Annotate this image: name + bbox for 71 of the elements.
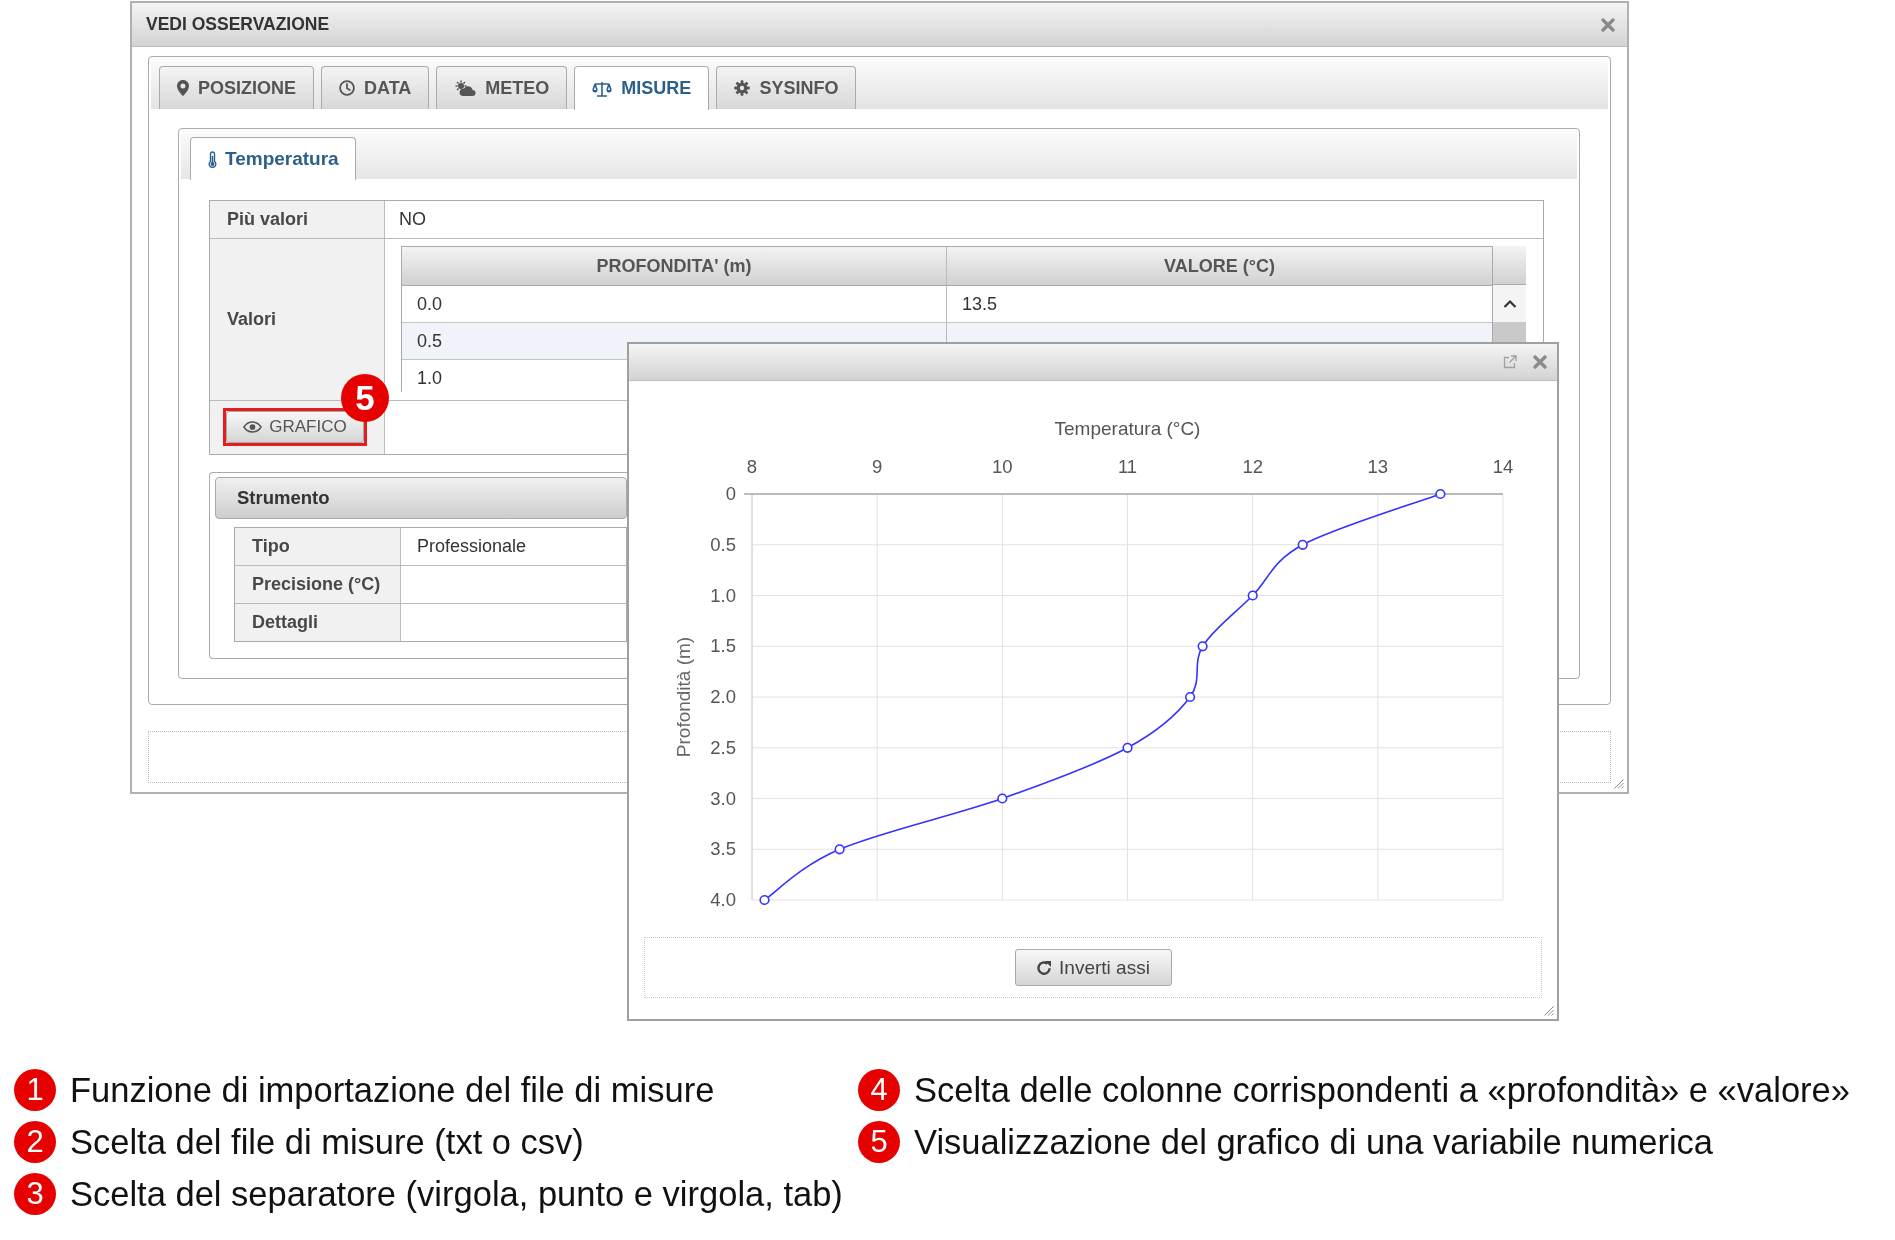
legend-text: Scelta del separatore (virgola, punto e virgola, tab) <box>70 1174 843 1214</box>
thermometer-icon <box>208 150 217 168</box>
close-icon[interactable] <box>1533 355 1547 369</box>
cloud-sun-icon <box>454 80 477 96</box>
close-icon[interactable] <box>1601 17 1615 32</box>
chart-button[interactable]: GRAFICO <box>226 411 364 443</box>
data-point[interactable] <box>1197 641 1208 652</box>
step-marker: 5 <box>858 1121 900 1163</box>
rotate-icon <box>1036 959 1053 976</box>
x-tick-label: 9 <box>872 456 883 477</box>
data-point[interactable] <box>834 844 845 855</box>
field-label: Precisione (°C) <box>235 566 401 603</box>
column-header[interactable]: PROFONDITA' (m) <box>402 247 947 285</box>
y-tick-label: 3.5 <box>710 838 736 860</box>
tab[interactable]: DATA <box>321 66 430 109</box>
data-point[interactable] <box>1185 691 1196 703</box>
table-cell: 0.0 <box>402 286 947 322</box>
clock-icon <box>339 80 355 96</box>
y-tick-label: 4.0 <box>710 889 736 910</box>
column-header[interactable]: VALORE (°C) <box>947 247 1492 285</box>
x-tick-label: 11 <box>1117 456 1138 477</box>
gear-icon <box>734 80 751 96</box>
step-marker: 1 <box>14 1069 56 1111</box>
step-marker: 3 <box>14 1173 56 1215</box>
caret-up-icon <box>1502 299 1517 308</box>
tab[interactable]: METEO <box>436 66 568 109</box>
y-axis-title: Profondità (m) <box>673 636 694 758</box>
y-tick-label: 0.5 <box>710 533 736 555</box>
data-point[interactable] <box>997 793 1008 804</box>
step-marker: 4 <box>858 1069 900 1111</box>
scroll-up-button[interactable] <box>1493 285 1526 322</box>
x-axis-title: Temperatura (°C) <box>1054 418 1201 439</box>
x-tick-label: 8 <box>746 456 758 477</box>
y-tick-label: 1.0 <box>710 584 736 606</box>
legend-text: Scelta delle colonne corrispondenti a «profondità» e «valore» <box>914 1070 1850 1110</box>
x-tick-label: 10 <box>992 456 1013 477</box>
field-value: NO <box>399 209 426 230</box>
data-point[interactable] <box>1297 539 1308 550</box>
legend-text: Scelta del file di misure (txt o csv) <box>70 1122 584 1162</box>
y-tick-label: 2.0 <box>710 686 736 707</box>
step-marker: 2 <box>14 1121 56 1163</box>
balance-scale-icon <box>592 80 613 97</box>
legend-text: Funzione di importazione del file di misure <box>70 1070 715 1110</box>
tab[interactable]: POSIZIONE <box>159 66 314 109</box>
data-point[interactable] <box>1435 488 1446 500</box>
y-tick-label: 2.5 <box>710 736 736 758</box>
tab[interactable]: MISURE <box>574 66 710 110</box>
data-point[interactable] <box>1122 742 1133 753</box>
field-label: Dettagli <box>235 604 401 641</box>
field-value: Professionale <box>417 536 527 557</box>
table-cell-text: 13.5 <box>961 292 999 316</box>
invert-axes-button[interactable]: Inverti assi <box>1014 949 1172 986</box>
resize-grip-icon[interactable] <box>1544 1006 1554 1016</box>
field-label: Più valori <box>210 201 385 238</box>
resize-grip-icon[interactable] <box>1614 779 1624 789</box>
x-tick-label: 13 <box>1367 456 1389 477</box>
x-tick-label: 14 <box>1492 456 1514 477</box>
tab[interactable]: Temperatura <box>190 137 356 180</box>
y-tick-label: 0 <box>725 483 736 504</box>
x-tick-label: 12 <box>1242 456 1263 477</box>
dialog-title: VEDI OSSERVAZIONE <box>146 14 330 35</box>
data-point[interactable] <box>759 894 770 906</box>
data-point[interactable] <box>1247 590 1258 601</box>
y-tick-label: 3.0 <box>710 787 736 809</box>
tab[interactable]: SYSINFO <box>716 66 857 109</box>
legend-text: Visualizzazione del grafico di una variabile numerica <box>914 1122 1714 1162</box>
section-header: Strumento <box>215 477 627 519</box>
y-tick-label: 1.5 <box>710 635 736 657</box>
eye-icon <box>243 421 263 433</box>
map-pin-icon <box>177 80 189 96</box>
field-label: Tipo <box>235 528 401 565</box>
